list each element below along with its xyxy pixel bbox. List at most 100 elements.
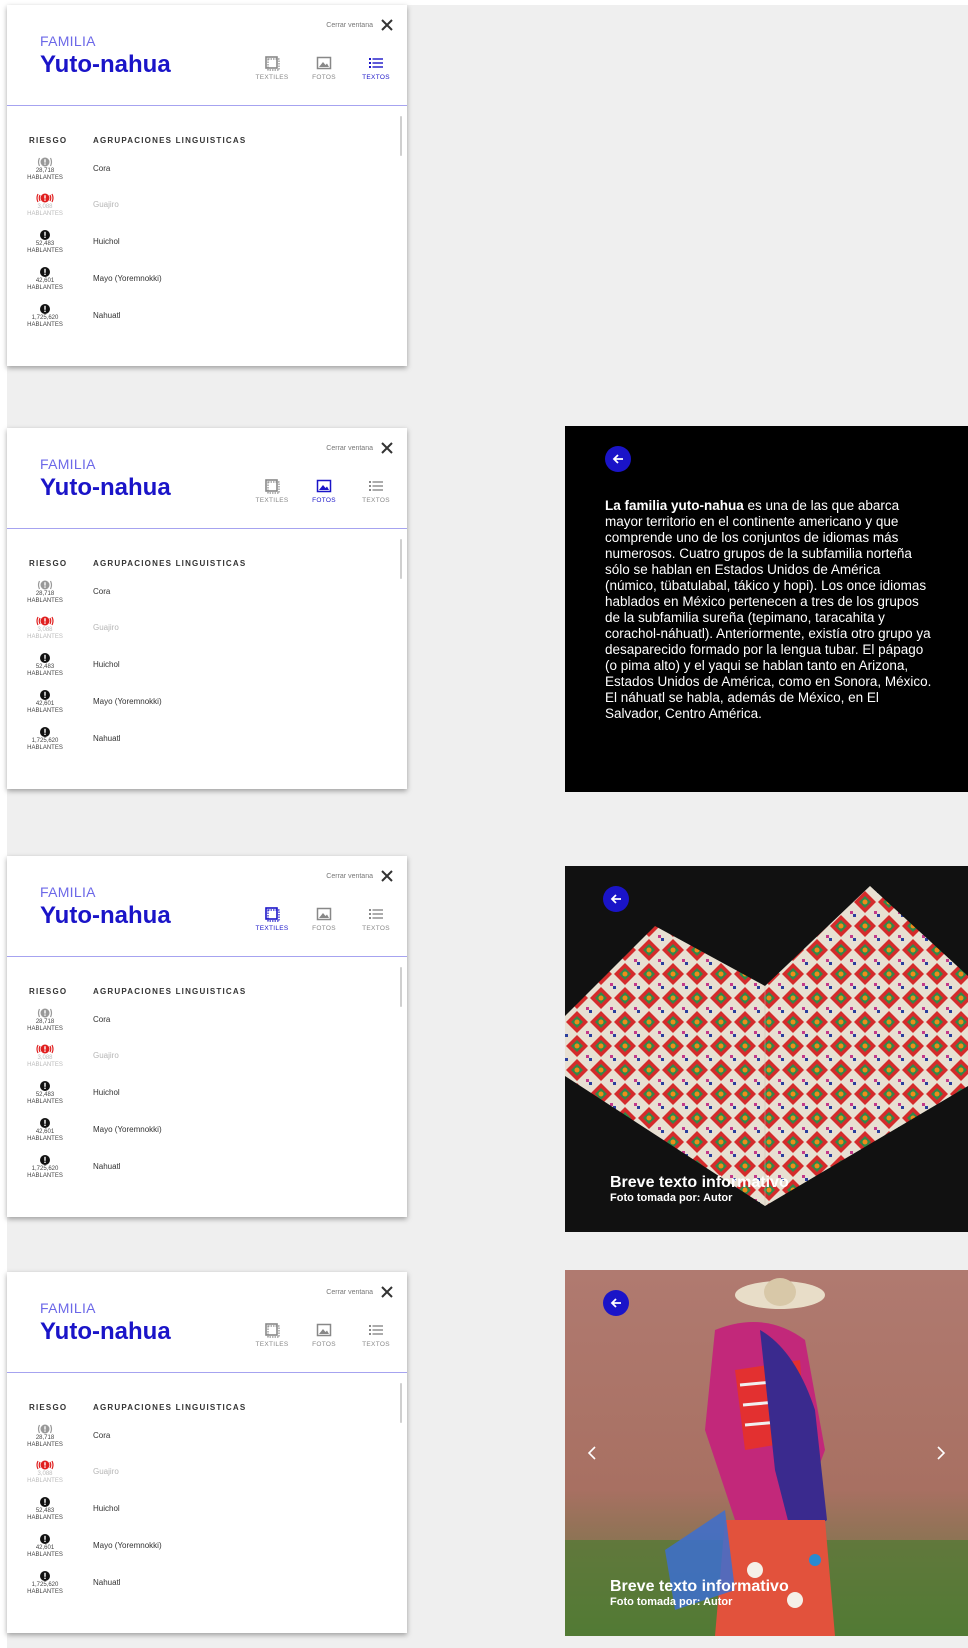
tab-textos[interactable]: TEXTOS: [356, 478, 396, 504]
panel-header: FAMILIA Yuto-nahua Cerrar ventana TEXTIL…: [7, 856, 407, 957]
language-row[interactable]: 42,601 HABLANTES Mayo (Yoremnokki): [7, 1533, 367, 1569]
language-row[interactable]: 28,718 HABLANTES Cora: [7, 1007, 367, 1043]
tab-textiles-label: TEXTILES: [255, 497, 289, 504]
tab-fotos-label: FOTOS: [312, 497, 336, 504]
language-name: Nahuatl: [93, 1578, 121, 1587]
scrollbar[interactable]: [400, 539, 402, 579]
speaker-unit: HABLANTES: [27, 1026, 63, 1032]
language-row[interactable]: 1,725,620 HABLANTES Nahuatl: [7, 303, 367, 339]
info-text-body: es una de las que abarca mayor territori…: [605, 498, 932, 721]
tab-textiles[interactable]: TEXTILES: [252, 478, 292, 504]
tab-fotos-label: FOTOS: [312, 925, 336, 932]
speaker-count: 52,483: [35, 664, 55, 670]
family-label: FAMILIA: [40, 456, 96, 472]
panel-header: FAMILIA Yuto-nahua Cerrar ventana TEXTIL…: [7, 428, 407, 529]
speaker-unit: HABLANTES: [27, 1442, 63, 1448]
panel-body: RIESGO AGRUPACIONES LINGUISTICAS 28,718 …: [7, 529, 407, 789]
tab-textos[interactable]: TEXTOS: [356, 1322, 396, 1348]
list-icon: [369, 1325, 383, 1335]
language-row[interactable]: 52,483 HABLANTES Huichol: [7, 229, 367, 265]
scrollbar[interactable]: [400, 967, 402, 1007]
speaker-count: 1,725,620: [31, 1582, 59, 1588]
language-name: Guajiro: [93, 623, 119, 632]
tab-textos-label: TEXTOS: [362, 497, 390, 504]
speaker-unit: HABLANTES: [27, 211, 63, 217]
language-row[interactable]: 3,088 HABLANTES Guajiro: [7, 615, 367, 651]
column-header-riesgo: RIESGO: [29, 136, 68, 145]
panel-header: FAMILIA Yuto-nahua Cerrar ventana TEXTIL…: [7, 1272, 407, 1373]
language-row[interactable]: 28,718 HABLANTES Cora: [7, 579, 367, 615]
black-alert-icon: [40, 230, 50, 240]
language-name: Mayo (Yoremnokki): [93, 697, 162, 706]
language-name: Nahuatl: [93, 1162, 121, 1171]
list-icon: [369, 909, 383, 919]
back-button[interactable]: [603, 886, 629, 912]
back-button[interactable]: [603, 1290, 629, 1316]
speaker-count: 52,483: [35, 1508, 55, 1514]
language-row[interactable]: 1,725,620 HABLANTES Nahuatl: [7, 1154, 367, 1190]
language-row[interactable]: 3,088 HABLANTES Guajiro: [7, 192, 367, 228]
speaker-count: 3,088: [37, 1471, 53, 1477]
language-row[interactable]: 1,725,620 HABLANTES Nahuatl: [7, 726, 367, 762]
scrollbar[interactable]: [400, 1383, 402, 1423]
tab-fotos[interactable]: FOTOS: [304, 906, 344, 932]
language-row[interactable]: 28,718 HABLANTES Cora: [7, 1423, 367, 1459]
family-panel-2: FAMILIA Yuto-nahua Cerrar ventana TEXTIL…: [7, 428, 407, 789]
column-header-riesgo: RIESGO: [29, 559, 68, 568]
risk-indicator: 52,483 HABLANTES: [21, 229, 69, 255]
tab-textiles[interactable]: TEXTILES: [252, 1322, 292, 1348]
tab-fotos[interactable]: FOTOS: [304, 1322, 344, 1348]
chevron-left-icon[interactable]: [583, 1443, 603, 1463]
speaker-unit: HABLANTES: [27, 745, 63, 751]
gray-alert-icon: [37, 157, 53, 167]
speaker-unit: HABLANTES: [27, 1173, 63, 1179]
language-name: Guajiro: [93, 1467, 119, 1476]
arrow-left-icon: [612, 454, 623, 464]
language-name: Huichol: [93, 1504, 120, 1513]
tab-textos[interactable]: TEXTOS: [356, 906, 396, 932]
language-row[interactable]: 42,601 HABLANTES Mayo (Yoremnokki): [7, 266, 367, 302]
risk-indicator: 1,725,620 HABLANTES: [21, 726, 69, 752]
language-row[interactable]: 3,088 HABLANTES Guajiro: [7, 1459, 367, 1495]
tab-textiles[interactable]: TEXTILES: [252, 55, 292, 81]
scrollbar[interactable]: [400, 116, 402, 156]
info-text-lead: La familia yuto-nahua: [605, 498, 744, 513]
close-window-button[interactable]: Cerrar ventana: [326, 868, 395, 884]
close-window-button[interactable]: Cerrar ventana: [326, 1284, 395, 1300]
language-row[interactable]: 42,601 HABLANTES Mayo (Yoremnokki): [7, 689, 367, 725]
tab-fotos[interactable]: FOTOS: [304, 55, 344, 81]
tab-textiles[interactable]: TEXTILES: [252, 906, 292, 932]
back-button[interactable]: [605, 446, 631, 472]
language-row[interactable]: 42,601 HABLANTES Mayo (Yoremnokki): [7, 1117, 367, 1153]
close-icon: [381, 1286, 393, 1298]
tab-fotos[interactable]: FOTOS: [304, 478, 344, 504]
language-row[interactable]: 52,483 HABLANTES Huichol: [7, 652, 367, 688]
risk-indicator: 42,601 HABLANTES: [21, 689, 69, 715]
caption-subtitle: Foto tomada por: Autor: [610, 1192, 733, 1204]
arrow-left-icon: [610, 894, 621, 904]
close-icon: [381, 442, 393, 454]
close-icon: [381, 870, 393, 882]
language-row[interactable]: 52,483 HABLANTES Huichol: [7, 1496, 367, 1532]
close-window-button[interactable]: Cerrar ventana: [326, 17, 395, 33]
textile-icon: [265, 479, 280, 494]
black-alert-icon: [40, 1118, 50, 1128]
textile-icon: [265, 56, 280, 71]
language-row[interactable]: 3,088 HABLANTES Guajiro: [7, 1043, 367, 1079]
chevron-right-icon[interactable]: [930, 1443, 950, 1463]
language-row[interactable]: 52,483 HABLANTES Huichol: [7, 1080, 367, 1116]
photo-icon: [316, 479, 332, 493]
language-name: Nahuatl: [93, 734, 121, 743]
risk-indicator: 1,725,620 HABLANTES: [21, 1570, 69, 1596]
speaker-unit: HABLANTES: [27, 322, 63, 328]
family-label: FAMILIA: [40, 1300, 96, 1316]
speaker-unit: HABLANTES: [27, 708, 63, 714]
person-photo-card: Breve texto informativo Foto tomada por:…: [565, 1270, 968, 1636]
language-row[interactable]: 28,718 HABLANTES Cora: [7, 156, 367, 192]
language-name: Nahuatl: [93, 311, 121, 320]
speaker-count: 1,725,620: [31, 315, 59, 321]
language-row[interactable]: 1,725,620 HABLANTES Nahuatl: [7, 1570, 367, 1606]
column-header-riesgo: RIESGO: [29, 987, 68, 996]
tab-textos[interactable]: TEXTOS: [356, 55, 396, 81]
close-window-button[interactable]: Cerrar ventana: [326, 440, 395, 456]
